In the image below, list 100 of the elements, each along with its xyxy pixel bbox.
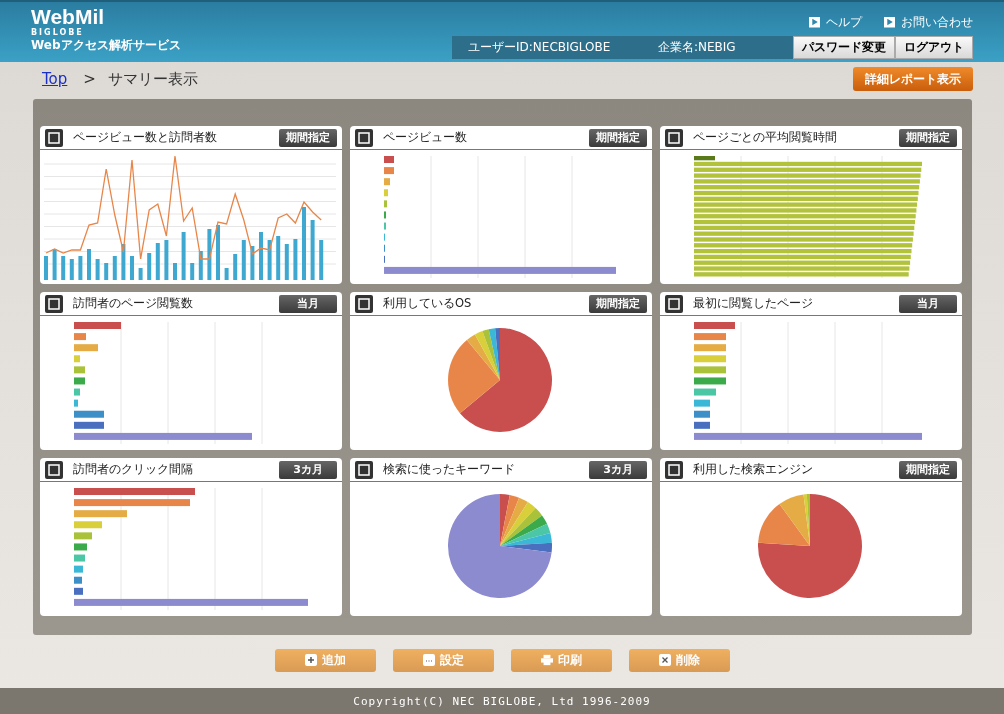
chart-bar (74, 421, 104, 429)
chart-bar (233, 254, 238, 280)
chart-bar (190, 263, 195, 280)
chart-bar (52, 249, 57, 280)
chart-bar (74, 366, 85, 374)
chart-bar (87, 249, 91, 280)
period-button[interactable]: 期間指定 (899, 460, 957, 479)
chart-bar (224, 268, 229, 280)
card-title: ページビュー数と訪問者数 (73, 130, 217, 145)
chart-bar (319, 240, 324, 280)
header-button[interactable]: パスワード変更 (793, 36, 895, 59)
play-icon (809, 16, 820, 28)
card-title: 検索に使ったキーワード (383, 462, 515, 477)
close-icon (658, 654, 671, 666)
chart-bar (74, 543, 87, 551)
chart-bar (44, 256, 48, 280)
chart-bar (74, 532, 92, 540)
breadcrumb-current: サマリー表示 (107, 69, 198, 89)
chart-bar (384, 189, 388, 197)
printer-icon (540, 654, 553, 666)
period-button[interactable]: 期間指定 (279, 128, 337, 147)
chart-bar (284, 244, 289, 280)
period-button[interactable]: 3カ月 (589, 460, 647, 479)
logo: WebMil (31, 6, 106, 28)
card-title: 訪問者のページ閲覧数 (73, 296, 193, 311)
ellipsis-icon (422, 654, 435, 666)
card-title: ページビュー数 (383, 130, 467, 145)
chart-bar (155, 243, 160, 280)
chart-bar (104, 263, 109, 280)
chart-bar (250, 246, 255, 280)
chart-bar (74, 333, 86, 341)
period-button[interactable]: 期間指定 (589, 128, 647, 147)
chart-bar (694, 410, 710, 418)
chart-bar (694, 333, 726, 341)
chart-bar (694, 377, 726, 385)
play-icon (884, 16, 895, 28)
chart-bar (74, 510, 127, 518)
chart-bar (694, 399, 710, 407)
header-link[interactable]: ヘルプ (809, 12, 862, 32)
chart-bar (147, 253, 152, 280)
user-id: ユーザーID:NECBIGLOBE (468, 39, 612, 56)
copyright: Copyright(C) NEC BIGLOBE, Ltd 1996-2009 (353, 694, 651, 708)
card-title: 利用しているOS (383, 296, 472, 311)
chart-bar (198, 251, 203, 280)
card-title: 利用した検索エンジン (693, 462, 813, 477)
chart-bar (216, 225, 220, 280)
chart-bar (74, 554, 85, 562)
card-title: ページごとの平均閲覧時間 (693, 130, 837, 145)
period-button[interactable]: 当月 (279, 294, 337, 313)
chart-bar (694, 388, 716, 396)
card-title: 最初に閲覧したページ (693, 296, 813, 311)
chart-bar (694, 344, 726, 352)
header-link[interactable]: お問い合わせ (884, 12, 973, 32)
chart-bar (384, 178, 390, 186)
chart-bar (69, 259, 74, 280)
chart-bar (95, 259, 100, 280)
chart-bar (384, 156, 394, 163)
chart-bar (173, 263, 177, 280)
chart-bar (207, 229, 212, 280)
chart-bar (74, 587, 83, 595)
chart-bar (276, 236, 281, 280)
chart-bar (74, 377, 85, 385)
period-button[interactable]: 当月 (899, 294, 957, 313)
chart-bar (138, 268, 143, 280)
logo-subtitle: BIGLOBE (31, 28, 85, 38)
chart-bar (74, 355, 80, 363)
chart-bar (293, 239, 298, 280)
chart-bar (181, 232, 186, 280)
period-button[interactable]: 期間指定 (899, 128, 957, 147)
breadcrumb-link[interactable]: Top (42, 70, 68, 88)
chart-bar (74, 410, 104, 418)
chart-bar (694, 421, 710, 429)
chart-bar (241, 240, 246, 280)
logo-tagline: Webアクセス解析サービス (31, 38, 181, 52)
chart-bar (74, 344, 98, 352)
chart-bar (74, 388, 80, 396)
chart-bar (310, 220, 315, 280)
chart-bar (694, 322, 735, 329)
chart-bar (384, 167, 394, 175)
chart-bar (78, 256, 83, 280)
chart-bar (74, 399, 78, 407)
chart-bar (130, 256, 134, 280)
card-title: 訪問者のクリック間隔 (73, 462, 193, 477)
chart-bar (694, 355, 726, 363)
chart-bar (74, 565, 83, 573)
chart-bar (74, 576, 82, 584)
chart-bar (61, 256, 66, 280)
chart-bar (112, 256, 117, 280)
chart-bar (267, 240, 272, 280)
period-button[interactable]: 3カ月 (279, 460, 337, 479)
header-button[interactable]: ログアウト (895, 36, 973, 59)
company-name: 企業名:NEBIG (658, 39, 737, 56)
chart-bar (694, 366, 726, 374)
chart-bar (164, 240, 169, 280)
plus-icon (304, 654, 317, 666)
breadcrumb-separator: > (83, 70, 96, 88)
chart-bar (259, 232, 263, 280)
chart-bar (384, 200, 387, 208)
period-button[interactable]: 期間指定 (589, 294, 647, 313)
chart-bar (74, 322, 121, 329)
